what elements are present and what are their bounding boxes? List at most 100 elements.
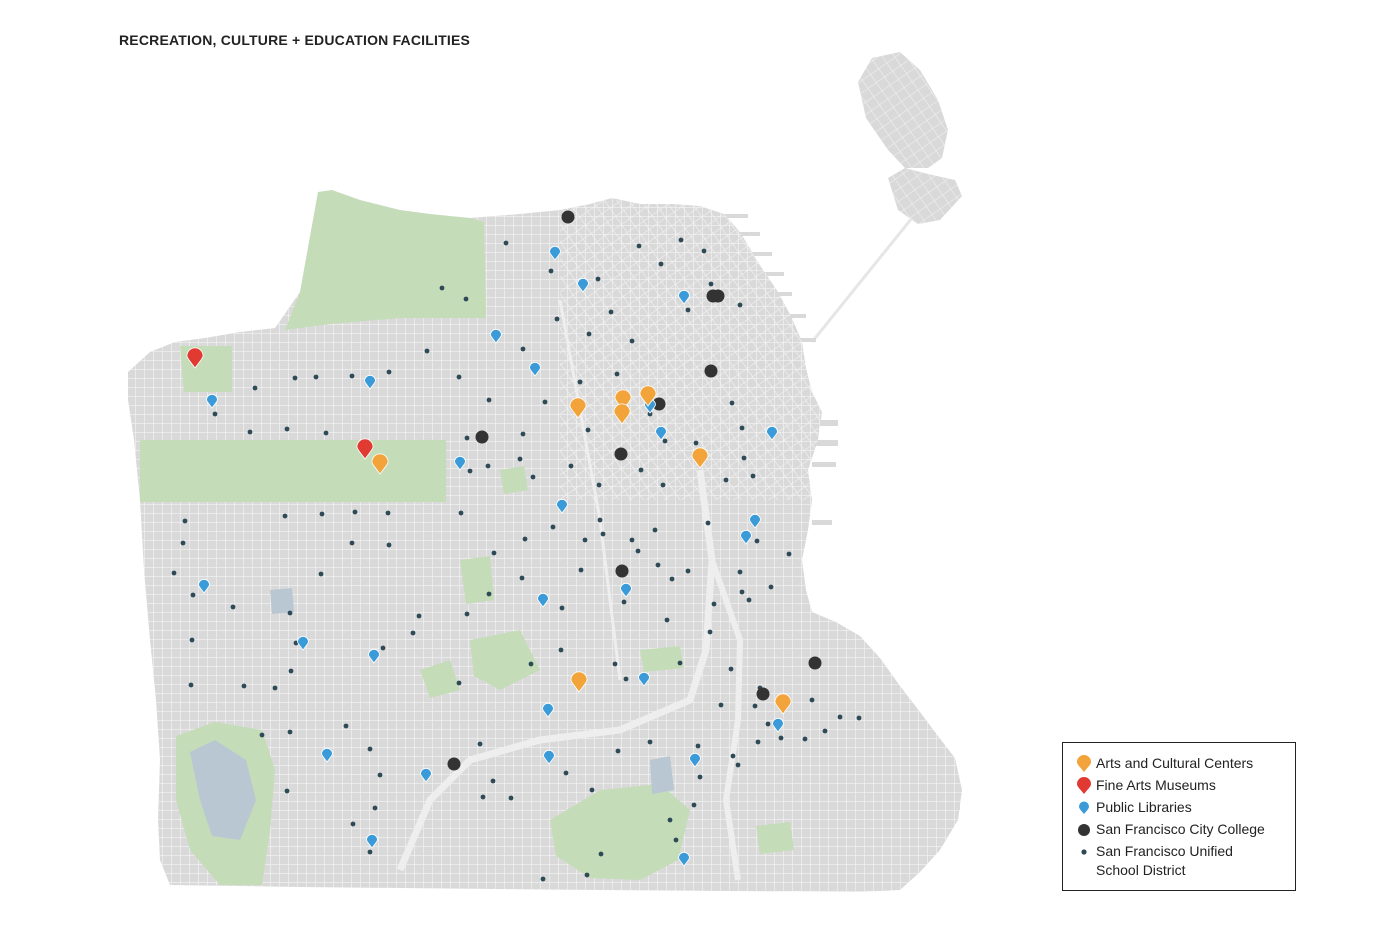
school-marker[interactable] <box>188 682 194 688</box>
school-marker[interactable] <box>662 438 668 444</box>
school-marker[interactable] <box>636 243 642 249</box>
school-marker[interactable] <box>343 723 349 729</box>
school-marker[interactable] <box>480 794 486 800</box>
school-marker[interactable] <box>596 482 602 488</box>
school-marker[interactable] <box>711 601 717 607</box>
school-marker[interactable] <box>182 518 188 524</box>
school-marker[interactable] <box>477 741 483 747</box>
school-marker[interactable] <box>664 617 670 623</box>
school-marker[interactable] <box>540 876 546 882</box>
school-marker[interactable] <box>685 568 691 574</box>
school-marker[interactable] <box>467 468 473 474</box>
school-marker[interactable] <box>464 611 470 617</box>
school-marker[interactable] <box>621 599 627 605</box>
school-marker[interactable] <box>697 774 703 780</box>
school-marker[interactable] <box>563 770 569 776</box>
school-marker[interactable] <box>667 817 673 823</box>
school-marker[interactable] <box>349 540 355 546</box>
school-marker[interactable] <box>568 463 574 469</box>
college-marker[interactable] <box>475 430 489 444</box>
school-marker[interactable] <box>739 589 745 595</box>
school-marker[interactable] <box>586 331 592 337</box>
school-marker[interactable] <box>520 346 526 352</box>
school-marker[interactable] <box>685 307 691 313</box>
school-marker[interactable] <box>755 739 761 745</box>
school-marker[interactable] <box>822 728 828 734</box>
school-marker[interactable] <box>377 772 383 778</box>
school-marker[interactable] <box>554 316 560 322</box>
school-marker[interactable] <box>180 540 186 546</box>
school-marker[interactable] <box>559 605 565 611</box>
school-marker[interactable] <box>837 714 843 720</box>
school-marker[interactable] <box>708 281 714 287</box>
college-marker[interactable] <box>614 447 628 461</box>
school-marker[interactable] <box>508 795 514 801</box>
school-marker[interactable] <box>189 637 195 643</box>
school-marker[interactable] <box>350 821 356 827</box>
school-marker[interactable] <box>737 569 743 575</box>
school-marker[interactable] <box>486 397 492 403</box>
school-marker[interactable] <box>247 429 253 435</box>
school-marker[interactable] <box>577 379 583 385</box>
school-marker[interactable] <box>614 371 620 377</box>
school-marker[interactable] <box>582 537 588 543</box>
school-marker[interactable] <box>367 746 373 752</box>
school-marker[interactable] <box>750 473 756 479</box>
school-marker[interactable] <box>765 721 771 727</box>
school-marker[interactable] <box>490 778 496 784</box>
school-marker[interactable] <box>658 261 664 267</box>
school-marker[interactable] <box>464 435 470 441</box>
school-marker[interactable] <box>530 474 536 480</box>
school-marker[interactable] <box>723 477 729 483</box>
school-marker[interactable] <box>520 431 526 437</box>
school-marker[interactable] <box>517 456 523 462</box>
school-marker[interactable] <box>739 425 745 431</box>
school-marker[interactable] <box>352 509 358 515</box>
school-marker[interactable] <box>550 524 556 530</box>
school-marker[interactable] <box>486 591 492 597</box>
school-marker[interactable] <box>410 630 416 636</box>
school-marker[interactable] <box>424 348 430 354</box>
school-marker[interactable] <box>778 735 784 741</box>
school-marker[interactable] <box>741 455 747 461</box>
school-marker[interactable] <box>669 576 675 582</box>
school-marker[interactable] <box>456 680 462 686</box>
school-marker[interactable] <box>282 513 288 519</box>
school-marker[interactable] <box>705 520 711 526</box>
school-marker[interactable] <box>313 374 319 380</box>
school-marker[interactable] <box>456 374 462 380</box>
school-marker[interactable] <box>629 537 635 543</box>
school-marker[interactable] <box>635 548 641 554</box>
school-marker[interactable] <box>288 668 294 674</box>
school-marker[interactable] <box>786 551 792 557</box>
school-marker[interactable] <box>578 567 584 573</box>
school-marker[interactable] <box>600 531 606 537</box>
school-marker[interactable] <box>386 542 392 548</box>
school-marker[interactable] <box>259 732 265 738</box>
school-marker[interactable] <box>638 467 644 473</box>
school-marker[interactable] <box>318 571 324 577</box>
school-marker[interactable] <box>652 527 658 533</box>
school-marker[interactable] <box>349 373 355 379</box>
school-marker[interactable] <box>718 702 724 708</box>
school-marker[interactable] <box>629 338 635 344</box>
school-marker[interactable] <box>171 570 177 576</box>
school-marker[interactable] <box>584 872 590 878</box>
school-marker[interactable] <box>612 661 618 667</box>
college-marker[interactable] <box>447 757 461 771</box>
college-marker[interactable] <box>615 564 629 578</box>
school-marker[interactable] <box>655 562 661 568</box>
school-marker[interactable] <box>367 849 373 855</box>
school-marker[interactable] <box>754 538 760 544</box>
school-marker[interactable] <box>695 743 701 749</box>
school-marker[interactable] <box>598 851 604 857</box>
school-marker[interactable] <box>491 550 497 556</box>
school-marker[interactable] <box>691 802 697 808</box>
school-marker[interactable] <box>323 430 329 436</box>
school-marker[interactable] <box>212 411 218 417</box>
college-marker[interactable] <box>561 210 575 224</box>
school-marker[interactable] <box>558 647 564 653</box>
school-marker[interactable] <box>548 268 554 274</box>
school-marker[interactable] <box>728 666 734 672</box>
school-marker[interactable] <box>735 762 741 768</box>
